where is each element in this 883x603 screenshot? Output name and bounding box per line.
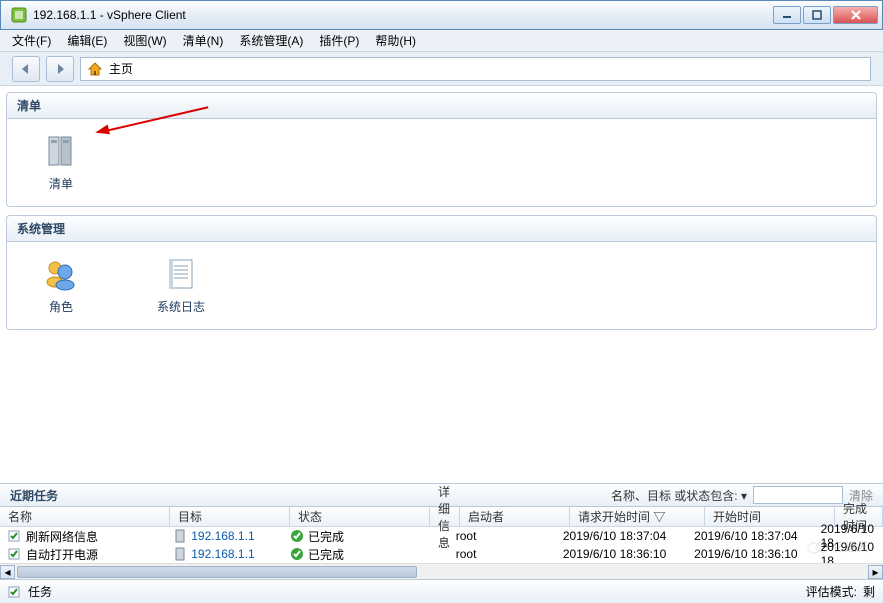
statusbar-eval-label: 评估模式: — [806, 583, 857, 600]
main-content: 清单 清单 系统管理 角色 系统日志 — [0, 86, 883, 483]
tasks-filter-label[interactable]: 名称、目标 或状态包含: ▾ — [611, 487, 747, 504]
menu-help[interactable]: 帮助(H) — [367, 30, 424, 51]
scroll-right-button[interactable]: ▸ — [868, 565, 883, 579]
panel-admin: 系统管理 角色 系统日志 — [6, 215, 877, 330]
col-detail[interactable]: 详细信息 — [430, 507, 460, 526]
col-req[interactable]: 请求开始时间 ▽ — [570, 507, 705, 526]
address-bar[interactable]: 主页 — [80, 57, 871, 81]
statusbar-remain: 剩 — [863, 583, 875, 600]
col-target[interactable]: 目标 — [170, 507, 290, 526]
host-icon — [173, 529, 187, 543]
task-icon — [8, 529, 22, 543]
home-icon — [87, 61, 103, 77]
launcher-roles-label: 角色 — [49, 298, 73, 315]
menu-admin[interactable]: 系统管理(A) — [231, 30, 311, 51]
menu-inventory[interactable]: 清单(N) — [175, 30, 232, 51]
launcher-inventory-label: 清单 — [49, 175, 73, 192]
window-title: 192.168.1.1 - vSphere Client — [33, 8, 773, 22]
nav-back-button[interactable] — [12, 56, 40, 82]
tasks-status-icon — [8, 585, 22, 599]
launcher-inventory[interactable]: 清单 — [31, 133, 91, 192]
launcher-syslog[interactable]: 系统日志 — [151, 256, 211, 315]
breadcrumb-home[interactable]: 主页 — [109, 60, 133, 77]
menu-view[interactable]: 视图(W) — [115, 30, 174, 51]
panel-inventory: 清单 清单 — [6, 92, 877, 207]
task-icon — [8, 547, 22, 561]
recent-tasks-title: 近期任务 — [10, 487, 58, 504]
server-icon — [43, 133, 79, 169]
menu-file[interactable]: 文件(F) — [4, 30, 59, 51]
nav-toolbar: 主页 — [0, 52, 883, 86]
task-target-link[interactable]: 192.168.1.1 — [191, 529, 254, 543]
success-icon — [290, 529, 304, 543]
minimize-button[interactable] — [773, 6, 801, 24]
annotation-arrow — [101, 131, 211, 133]
nav-forward-button[interactable] — [46, 56, 74, 82]
scroll-thumb[interactable] — [17, 566, 417, 578]
watermark: 亿速云 — [807, 538, 869, 555]
col-status[interactable]: 状态 — [290, 507, 430, 526]
statusbar-tasks-label[interactable]: 任务 — [28, 583, 52, 600]
statusbar: 任务 评估模式: 剩 — [0, 579, 883, 603]
app-icon — [11, 7, 27, 23]
close-button[interactable] — [833, 6, 878, 24]
launcher-syslog-label: 系统日志 — [157, 298, 205, 315]
window-titlebar: 192.168.1.1 - vSphere Client — [0, 0, 883, 30]
col-user[interactable]: 启动者 — [460, 507, 570, 526]
tasks-filter-input[interactable] — [753, 486, 843, 504]
task-target-link[interactable]: 192.168.1.1 — [191, 547, 254, 561]
tasks-grid-header: 名称 目标 状态 详细信息 启动者 请求开始时间 ▽ 开始时间 完成时间 — [0, 507, 883, 527]
panel-inventory-title: 清单 — [7, 93, 876, 119]
menubar: 文件(F) 编辑(E) 视图(W) 清单(N) 系统管理(A) 插件(P) 帮助… — [0, 30, 883, 52]
menu-plugins[interactable]: 插件(P) — [311, 30, 367, 51]
roles-icon — [43, 256, 79, 292]
panel-admin-title: 系统管理 — [7, 216, 876, 242]
menu-edit[interactable]: 编辑(E) — [59, 30, 115, 51]
launcher-roles[interactable]: 角色 — [31, 256, 91, 315]
host-icon — [173, 547, 187, 561]
maximize-button[interactable] — [803, 6, 831, 24]
horizontal-scrollbar[interactable]: ◂ ▸ — [0, 563, 883, 579]
col-name[interactable]: 名称 — [0, 507, 170, 526]
success-icon — [290, 547, 304, 561]
syslog-icon — [163, 256, 199, 292]
scroll-left-button[interactable]: ◂ — [0, 565, 15, 579]
